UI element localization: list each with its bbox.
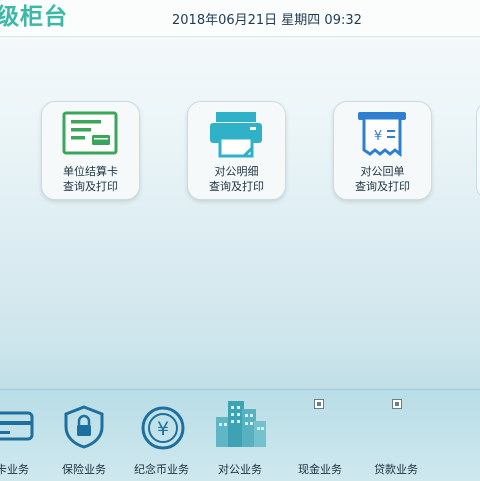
svg-text:¥: ¥ bbox=[157, 418, 169, 440]
tile-label-line1: 对公明细 bbox=[214, 165, 259, 178]
tile-settlement-card-query[interactable]: 单位结算卡 查询及打印 bbox=[41, 101, 140, 200]
nav-corporate-business[interactable]: 对公业务 bbox=[212, 395, 274, 479]
app-title: 级柜台 bbox=[0, 4, 68, 30]
nav-card-business[interactable]: 卡业务 bbox=[0, 395, 52, 479]
yuan-coin-icon: ¥ bbox=[141, 406, 185, 450]
nav-insurance[interactable]: 保险业务 bbox=[58, 395, 114, 479]
nav-loan-business[interactable]: 贷款业务 bbox=[372, 395, 428, 479]
printer-icon bbox=[210, 112, 262, 158]
svg-text:¥: ¥ bbox=[374, 129, 382, 144]
buildings-icon bbox=[216, 401, 266, 447]
nav-label: 贷款业务 bbox=[374, 463, 418, 476]
nav-label: 现金业务 bbox=[298, 463, 342, 476]
nav-cash-business[interactable]: 现金业务 bbox=[294, 395, 350, 479]
tile-corporate-receipt-query[interactable]: ¥ 对公回单 查询及打印 bbox=[333, 101, 432, 200]
broken-image-icon bbox=[314, 399, 324, 409]
tile-label-line2: 查询及打印 bbox=[63, 180, 118, 193]
tile-partial-next[interactable] bbox=[476, 101, 480, 200]
nav-label: 卡业务 bbox=[0, 463, 29, 476]
tile-label-line1: 对公回单 bbox=[360, 165, 405, 178]
bottom-nav: 卡业务 保险业务 ¥ 纪念币业务 对公业务 现金业务 贷款业务 bbox=[0, 389, 480, 481]
nav-label: 纪念币业务 bbox=[134, 463, 189, 476]
tile-label-line2: 查询及打印 bbox=[355, 180, 410, 193]
tile-corporate-detail-query[interactable]: 对公明细 查询及打印 bbox=[187, 101, 286, 200]
date-time: 2018年06月21日 星期四 09:32 bbox=[172, 13, 362, 28]
settlement-card-icon bbox=[62, 111, 118, 155]
nav-label: 对公业务 bbox=[218, 463, 262, 476]
nav-label: 保险业务 bbox=[62, 463, 106, 476]
shield-lock-icon bbox=[64, 405, 104, 449]
broken-image-icon bbox=[392, 399, 402, 409]
tile-label-line2: 查询及打印 bbox=[209, 180, 264, 193]
nav-commemorative-coin[interactable]: ¥ 纪念币业务 bbox=[130, 395, 200, 479]
receipt-printer-icon: ¥ bbox=[358, 112, 406, 158]
tile-label-line1: 单位结算卡 bbox=[63, 165, 118, 178]
card-icon bbox=[0, 411, 34, 441]
top-bar: 级柜台 2018年06月21日 星期四 09:32 bbox=[0, 0, 480, 37]
